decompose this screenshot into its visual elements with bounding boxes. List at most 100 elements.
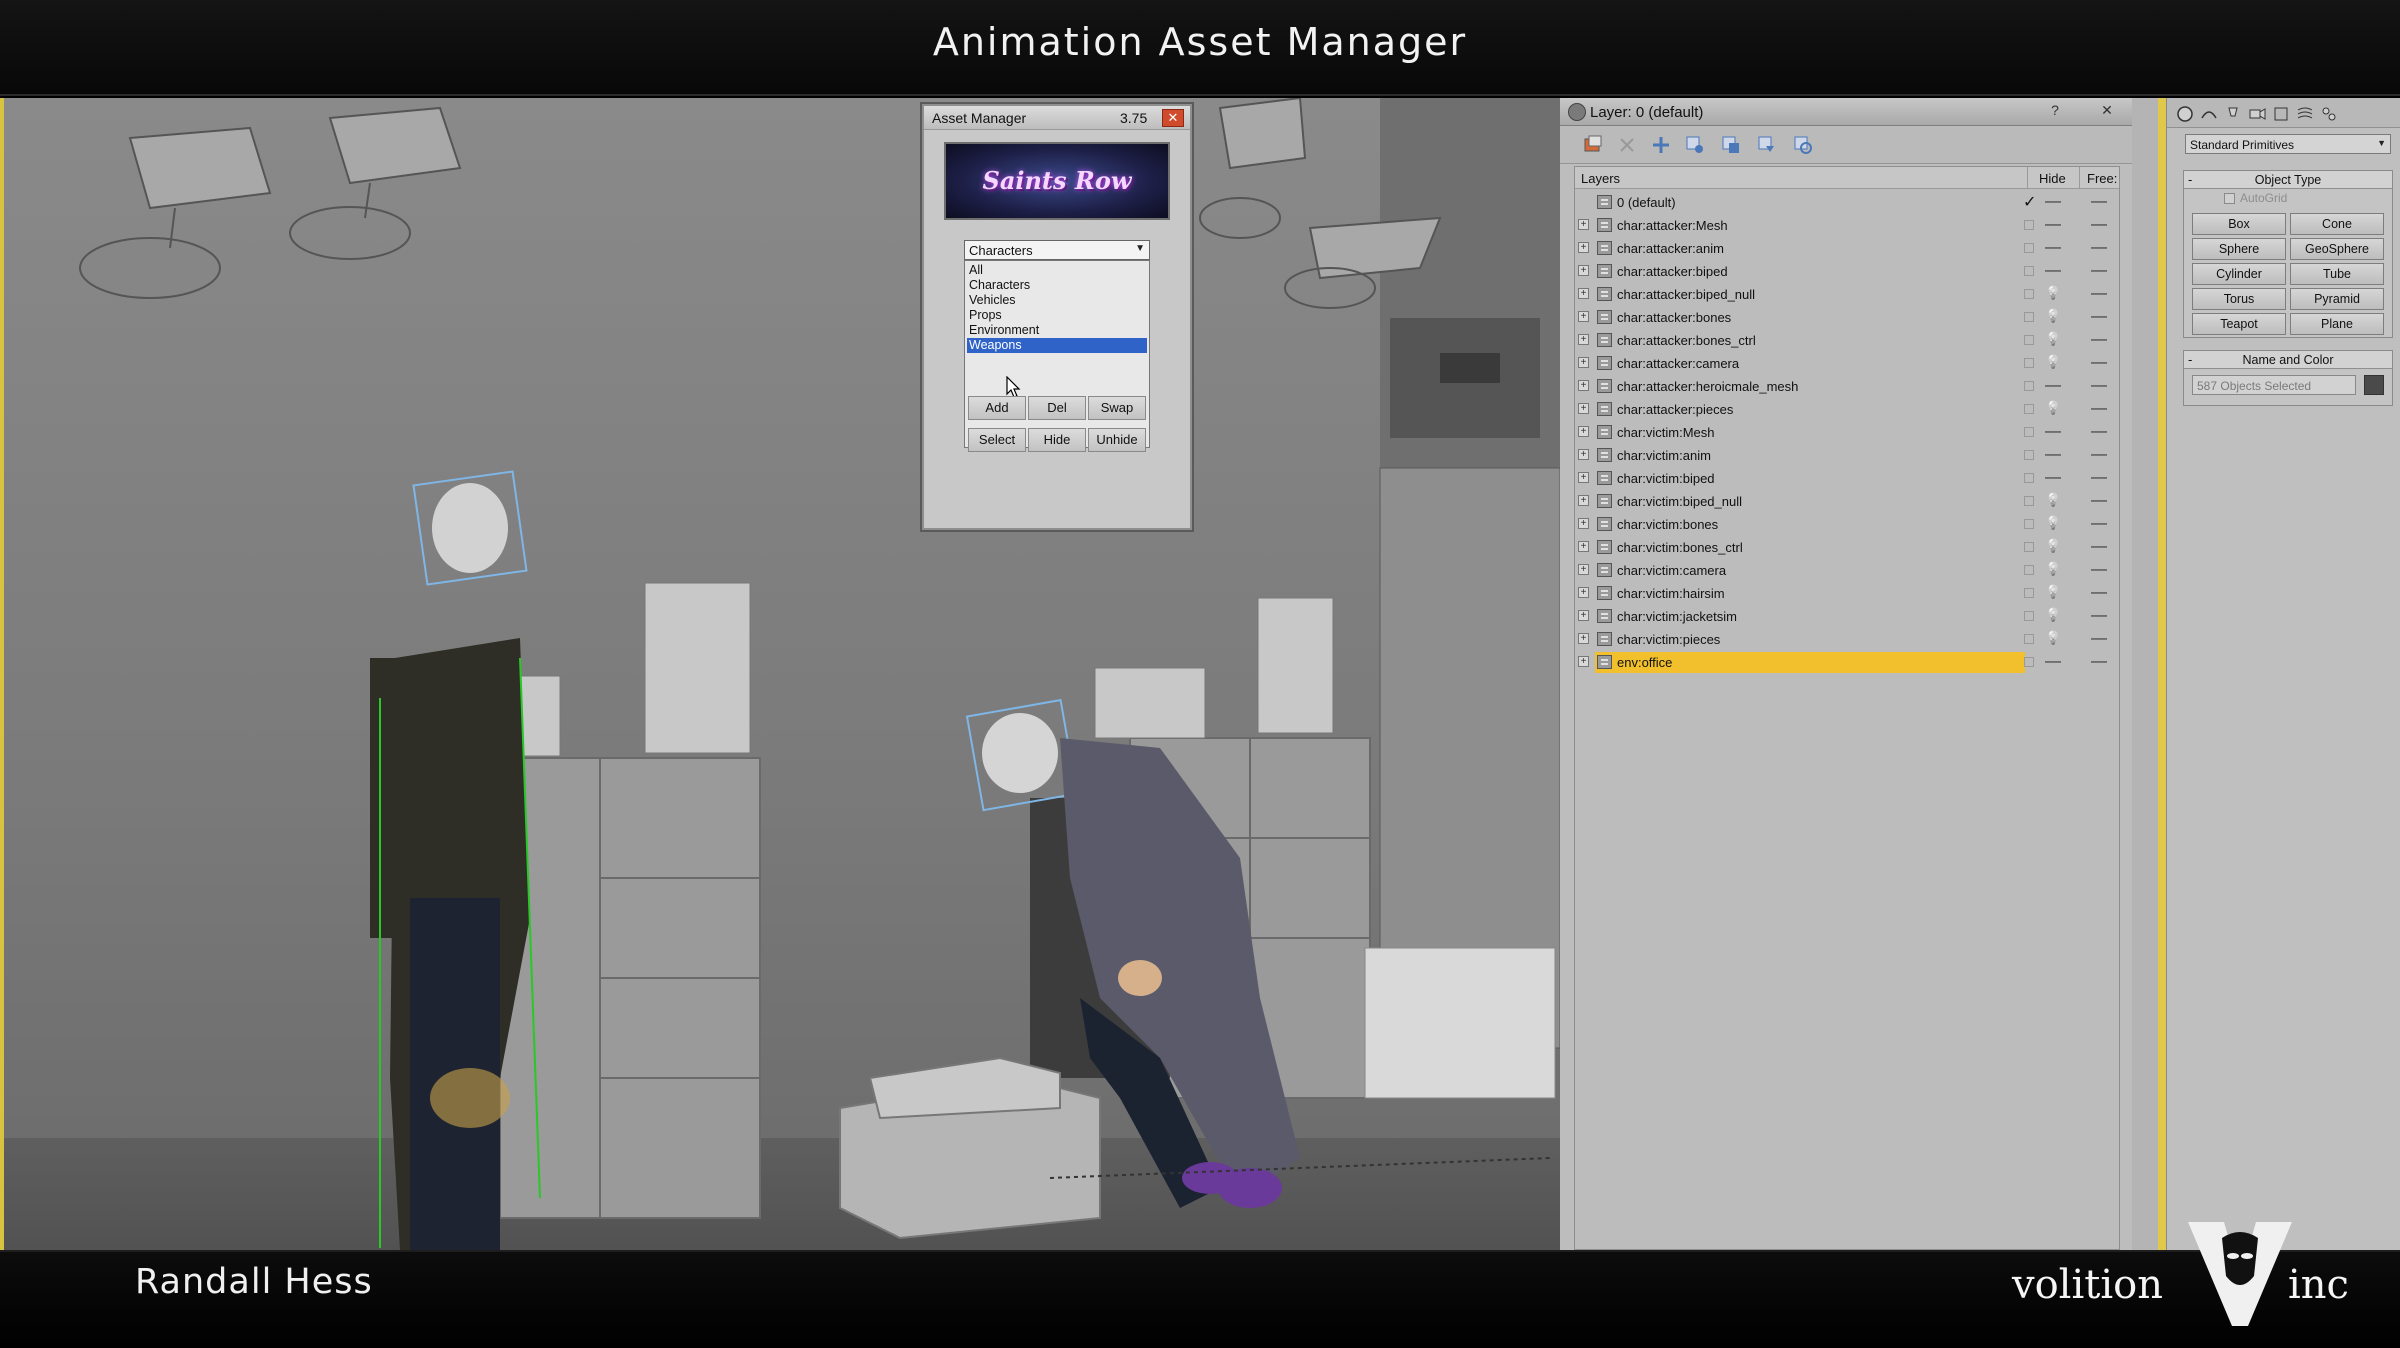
help-icon[interactable]: ?	[2044, 102, 2066, 120]
hide-toggle[interactable]: —	[2045, 377, 2061, 395]
layer-name[interactable]: char:attacker:heroicmale_mesh	[1617, 379, 1798, 394]
systems-icon[interactable]	[2319, 104, 2339, 124]
lightbulb-icon[interactable]: 💡	[2045, 607, 2061, 623]
freeze-all-icon[interactable]	[1792, 134, 1814, 156]
category-option-characters[interactable]: Characters	[967, 278, 1147, 293]
freeze-toggle[interactable]: —	[2091, 630, 2107, 648]
expand-icon[interactable]: +	[1578, 265, 1589, 276]
lightbulb-icon[interactable]: 💡	[2045, 285, 2061, 301]
layer-name[interactable]: char:victim:bones	[1617, 517, 1718, 532]
category-option-all[interactable]: All	[967, 263, 1147, 278]
freeze-toggle[interactable]: —	[2091, 607, 2107, 625]
current-layer-checkbox[interactable]	[2024, 312, 2034, 322]
layer-row[interactable]: + char:attacker:biped_null 💡 —	[1575, 283, 2119, 306]
layer-icon[interactable]	[1597, 471, 1612, 485]
layer-icon[interactable]	[1597, 540, 1612, 554]
expand-icon[interactable]: +	[1578, 518, 1589, 529]
freeze-toggle[interactable]: —	[2091, 285, 2107, 303]
layer-icon[interactable]	[1597, 402, 1612, 416]
layer-name[interactable]: 0 (default)	[1617, 195, 1676, 210]
layer-name[interactable]: char:victim:biped_null	[1617, 494, 1742, 509]
layer-icon[interactable]	[1597, 264, 1612, 278]
layer-manager-titlebar[interactable]: Layer: 0 (default) ? ✕	[1560, 98, 2132, 126]
layer-row[interactable]: + char:victim:Mesh — —	[1575, 421, 2119, 444]
current-layer-checkbox[interactable]	[2024, 381, 2034, 391]
current-layer-checkbox[interactable]	[2024, 473, 2034, 483]
freeze-toggle[interactable]: —	[2091, 561, 2107, 579]
layer-row[interactable]: + char:attacker:camera 💡 —	[1575, 352, 2119, 375]
layer-icon[interactable]	[1597, 310, 1612, 324]
current-layer-checkbox[interactable]	[2024, 335, 2034, 345]
layer-name[interactable]: char:victim:biped	[1617, 471, 1715, 486]
current-layer-checkbox[interactable]	[2024, 588, 2034, 598]
current-layer-checkbox[interactable]	[2024, 519, 2034, 529]
lightbulb-icon[interactable]: 💡	[2045, 561, 2061, 577]
expand-icon[interactable]: +	[1578, 288, 1589, 299]
expand-icon[interactable]: +	[1578, 242, 1589, 253]
layer-row[interactable]: + char:attacker:bones 💡 —	[1575, 306, 2119, 329]
layer-icon[interactable]	[1597, 425, 1612, 439]
lightbulb-icon[interactable]: 💡	[2045, 308, 2061, 324]
expand-icon[interactable]: +	[1578, 656, 1589, 667]
object-color-swatch[interactable]	[2364, 375, 2384, 395]
expand-icon[interactable]: +	[1578, 219, 1589, 230]
column-header-layers[interactable]: Layers	[1581, 171, 1620, 186]
add-to-layer-icon[interactable]	[1650, 134, 1672, 156]
layer-row[interactable]: + char:victim:jacketsim 💡 —	[1575, 605, 2119, 628]
hide-all-icon[interactable]	[1756, 134, 1778, 156]
layer-name[interactable]: char:victim:camera	[1617, 563, 1726, 578]
space-warps-icon[interactable]	[2295, 104, 2315, 124]
sphere-button[interactable]: Sphere	[2192, 238, 2286, 260]
expand-icon[interactable]: +	[1578, 380, 1589, 391]
category-option-props[interactable]: Props	[967, 308, 1147, 323]
lightbulb-icon[interactable]: 💡	[2045, 400, 2061, 416]
lightbulb-icon[interactable]: 💡	[2045, 538, 2061, 554]
layer-icon[interactable]	[1597, 333, 1612, 347]
current-layer-checkbox[interactable]	[2024, 220, 2034, 230]
select-objects-icon[interactable]	[1684, 134, 1706, 156]
box-button[interactable]: Box	[2192, 213, 2286, 235]
helpers-icon[interactable]	[2271, 104, 2291, 124]
cone-button[interactable]: Cone	[2290, 213, 2384, 235]
cameras-icon[interactable]	[2247, 104, 2267, 124]
layer-row[interactable]: + char:victim:biped — —	[1575, 467, 2119, 490]
layer-row[interactable]: + env:office — —	[1575, 651, 2119, 674]
geometry-icon[interactable]	[2175, 104, 2195, 124]
teapot-button[interactable]: Teapot	[2192, 313, 2286, 335]
layer-icon[interactable]	[1597, 632, 1612, 646]
pyramid-button[interactable]: Pyramid	[2290, 288, 2384, 310]
expand-icon[interactable]: +	[1578, 449, 1589, 460]
expand-icon[interactable]: +	[1578, 633, 1589, 644]
lightbulb-icon[interactable]: 💡	[2045, 630, 2061, 646]
freeze-toggle[interactable]: —	[2091, 515, 2107, 533]
layer-name[interactable]: char:attacker:anim	[1617, 241, 1724, 256]
category-dropdown[interactable]: Characters ▼	[964, 240, 1150, 260]
layer-name[interactable]: char:victim:hairsim	[1617, 586, 1725, 601]
layer-name[interactable]: char:attacker:pieces	[1617, 402, 1733, 417]
layer-row[interactable]: + char:victim:camera 💡 —	[1575, 559, 2119, 582]
current-layer-checkbox[interactable]	[2024, 450, 2034, 460]
object-name-field[interactable]: 587 Objects Selected	[2192, 375, 2356, 395]
expand-icon[interactable]: +	[1578, 403, 1589, 414]
category-option-environment[interactable]: Environment	[967, 323, 1147, 338]
expand-icon[interactable]: +	[1578, 564, 1589, 575]
layer-name[interactable]: char:attacker:bones	[1617, 310, 1731, 325]
expand-icon[interactable]: +	[1578, 472, 1589, 483]
layer-manager-panel[interactable]: Layer: 0 (default) ? ✕ Layers Hide Free:…	[1560, 98, 2132, 1250]
tube-button[interactable]: Tube	[2290, 263, 2384, 285]
current-layer-checkbox[interactable]	[2024, 289, 2034, 299]
expand-icon[interactable]: +	[1578, 311, 1589, 322]
category-option-vehicles[interactable]: Vehicles	[967, 293, 1147, 308]
expand-icon[interactable]: +	[1578, 426, 1589, 437]
layer-name[interactable]: char:attacker:Mesh	[1617, 218, 1728, 233]
hide-button[interactable]: Hide	[1028, 428, 1086, 452]
current-layer-check-icon[interactable]: ✓	[2023, 192, 2036, 212]
layer-icon[interactable]	[1597, 494, 1612, 508]
column-header-freeze[interactable]: Free:	[2087, 171, 2117, 186]
current-layer-checkbox[interactable]	[2024, 634, 2034, 644]
autogrid-checkbox[interactable]	[2224, 193, 2235, 204]
layer-row[interactable]: + char:victim:anim — —	[1575, 444, 2119, 467]
object-type-header[interactable]: - Object Type	[2184, 171, 2392, 189]
current-layer-checkbox[interactable]	[2024, 496, 2034, 506]
current-layer-checkbox[interactable]	[2024, 542, 2034, 552]
